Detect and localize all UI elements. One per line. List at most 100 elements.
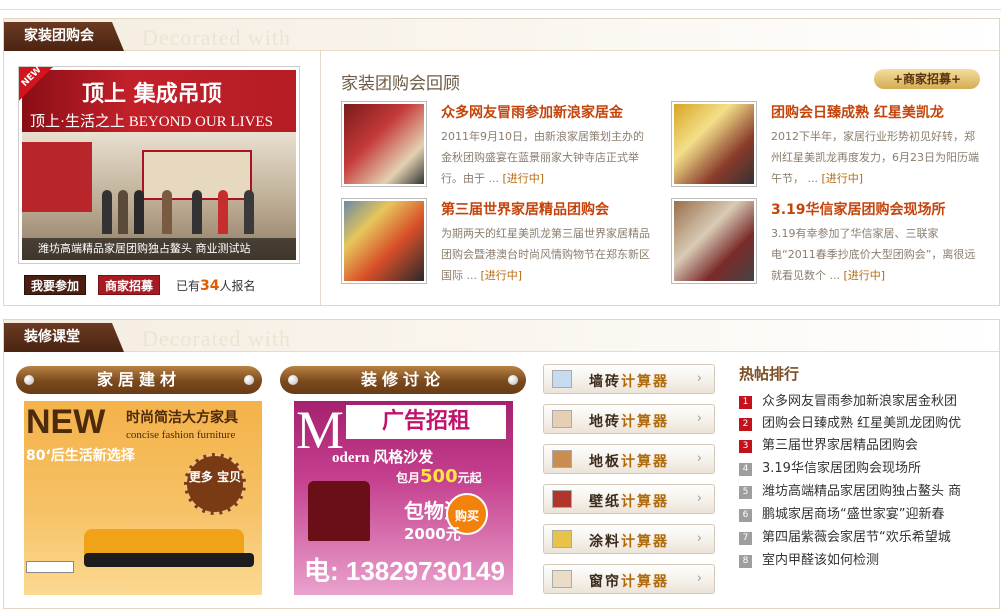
news-summary: 为期两天的红星美凯龙第三届世界家居精品团购会暨港澳台时尚风情购物节在郑东新区国际… bbox=[441, 223, 653, 286]
floor-tile-calculator-button[interactable]: 地砖计算器 › bbox=[543, 404, 715, 434]
header-watermark: Decorated with bbox=[142, 25, 291, 50]
news-title[interactable]: 众多网友冒雨参加新浪家居金 bbox=[441, 102, 623, 122]
news-title[interactable]: 3.19华信家居团购会现场所 bbox=[771, 199, 946, 219]
side-table bbox=[26, 561, 74, 573]
panel-header: 家装团购会 Decorated with bbox=[4, 19, 999, 51]
bullet-icon bbox=[244, 375, 254, 385]
wall-tile-icon bbox=[552, 370, 572, 388]
signup-prefix: 已有 bbox=[176, 278, 201, 293]
decorate-class-panel: 装修课堂 Decorated with 家居建材 装修讨论 NEW 时尚简洁大方… bbox=[3, 319, 1000, 609]
header-watermark: Decorated with bbox=[142, 326, 291, 351]
hot-post-link[interactable]: 3.19华信家居团购会现场所 bbox=[762, 461, 921, 476]
sofa-base bbox=[84, 553, 254, 567]
news-item: 第三届世界家居精品团购会 为期两天的红星美凯龙第三届世界家居精品团购会暨港澳台时… bbox=[341, 198, 657, 288]
feature-banner: 顶上 集成吊顶 顶上·生活之上 BEYOND OUR LIVES bbox=[22, 70, 296, 132]
calculator-suffix: 计算器 bbox=[621, 534, 669, 550]
hot-post-item[interactable]: 4 3.19华信家居团购会现场所 bbox=[739, 457, 984, 479]
ad-price: 500 bbox=[420, 466, 458, 487]
calculator-label: 涂料计算器 bbox=[589, 531, 669, 551]
hot-post-link[interactable]: 室内甲醛该如何检测 bbox=[762, 553, 879, 568]
ad-phone: 电: 13829730149 bbox=[304, 556, 505, 586]
rank-badge: 4 bbox=[739, 463, 752, 476]
sofa-ad-banner[interactable]: M 广告招租 odern 风格沙发 包月500元起 包物流 购买 2000元 电… bbox=[294, 401, 513, 595]
signup-count: 34 bbox=[200, 277, 220, 294]
feature-caption[interactable]: 潍坊高端精品家居团购独占鳌头 商业测试站 bbox=[22, 238, 296, 260]
bullet-icon bbox=[24, 375, 34, 385]
calculator-suffix: 计算器 bbox=[621, 454, 669, 470]
rank-badge: 3 bbox=[739, 440, 752, 453]
ad-line-3: 80‘后生活新选择 bbox=[26, 448, 135, 464]
news-thumbnail[interactable] bbox=[341, 198, 427, 284]
calculator-label: 墙砖计算器 bbox=[589, 371, 669, 391]
wallpaper-calculator-button[interactable]: 壁纸计算器 › bbox=[543, 484, 715, 514]
feature-image[interactable]: 顶上 集成吊顶 顶上·生活之上 BEYOND OUR LIVES 潍坊高端精品家… bbox=[22, 70, 296, 260]
calculator-suffix: 计算器 bbox=[621, 494, 669, 510]
merchant-recruit-pill[interactable]: +商家招募+ bbox=[874, 69, 980, 89]
news-item: 众多网友冒雨参加新浪家居金 2011年9月10日，由新浪家居策划主办的金秋团购盛… bbox=[341, 101, 657, 191]
signup-suffix: 人报名 bbox=[219, 278, 256, 293]
ad-new-headline: NEW bbox=[26, 403, 106, 441]
hot-post-link[interactable]: 第三届世界家居精品团购会 bbox=[762, 438, 918, 453]
rank-badge: 1 bbox=[739, 396, 752, 409]
rank-badge: 2 bbox=[739, 418, 752, 431]
news-thumbnail[interactable] bbox=[671, 198, 757, 284]
news-thumbnail-image bbox=[674, 104, 754, 184]
furniture-ad-banner[interactable]: NEW 时尚简洁大方家具 concise fashion furniture 8… bbox=[24, 401, 262, 595]
hot-post-link[interactable]: 第四届紫薇会家居节“欢乐希望城 bbox=[762, 530, 951, 545]
ad-line-1: 时尚简洁大方家具 bbox=[126, 410, 238, 426]
news-status-link[interactable]: [进行中] bbox=[481, 269, 523, 282]
more-items-badge[interactable]: 更多 宝贝 bbox=[184, 453, 246, 515]
calculator-label: 壁纸计算器 bbox=[589, 491, 669, 511]
crowd-figure bbox=[218, 190, 228, 234]
news-thumbnail[interactable] bbox=[341, 101, 427, 187]
news-title[interactable]: 第三届世界家居精品团购会 bbox=[441, 199, 609, 219]
hot-post-link[interactable]: 潍坊高端精品家居团购独占鳌头 商 bbox=[762, 484, 961, 499]
hot-post-item[interactable]: 7 第四届紫薇会家居节“欢乐希望城 bbox=[739, 526, 984, 548]
chevron-right-icon: › bbox=[696, 531, 702, 546]
paint-icon bbox=[552, 530, 572, 548]
wall-tile-calculator-button[interactable]: 墙砖计算器 › bbox=[543, 364, 715, 394]
news-thumbnail-image bbox=[344, 104, 424, 184]
news-summary-text: 2012下半年，家居行业形势初见好转，郑州红星美凯龙再度发力，6月23日为阳历端… bbox=[771, 130, 979, 185]
ad-line-2: concise fashion furniture bbox=[126, 429, 236, 441]
calculator-name: 墙砖 bbox=[589, 374, 621, 390]
floorboard-calculator-button[interactable]: 地板计算器 › bbox=[543, 444, 715, 474]
join-button[interactable]: 我要参加 bbox=[24, 275, 87, 295]
hot-post-item[interactable]: 6 鹏城家居商场“盛世家宴”迎新春 bbox=[739, 503, 984, 525]
news-title[interactable]: 团购会日臻成熟 红星美凯龙 bbox=[771, 102, 944, 122]
hot-post-item[interactable]: 2 团购会日臻成熟 红星美凯龙团购优 bbox=[739, 412, 984, 434]
hot-post-item[interactable]: 3 第三届世界家居精品团购会 bbox=[739, 434, 984, 456]
calculator-suffix: 计算器 bbox=[621, 414, 669, 430]
feature-banner-slogan: 顶上·生活之上 BEYOND OUR LIVES bbox=[30, 114, 273, 130]
news-status-link[interactable]: [进行中] bbox=[822, 172, 864, 185]
curtain-calculator-button[interactable]: 窗帘计算器 › bbox=[543, 564, 715, 594]
paint-calculator-button[interactable]: 涂料计算器 › bbox=[543, 524, 715, 554]
news-status-link[interactable]: [进行中] bbox=[844, 269, 886, 282]
new-ribbon-label: NEW bbox=[19, 65, 44, 89]
chevron-right-icon: › bbox=[696, 451, 702, 466]
news-summary: 2011年9月10日，由新浪家居策划主办的金秋团购盛宴在蓝景丽家大钟寺店正式举行… bbox=[441, 126, 653, 189]
hot-post-item[interactable]: 8 室内甲醛该如何检测 bbox=[739, 549, 984, 571]
news-status-link[interactable]: [进行中] bbox=[503, 172, 545, 185]
hot-post-link[interactable]: 鹏城家居商场“盛世家宴”迎新春 bbox=[762, 507, 944, 522]
hot-post-link[interactable]: 众多网友冒雨参加新浪家居金秋团 bbox=[762, 394, 957, 409]
section-tab-group-buy[interactable]: 家装团购会 bbox=[4, 22, 124, 51]
chevron-right-icon: › bbox=[696, 411, 702, 426]
panel-header: 装修课堂 Decorated with bbox=[4, 320, 999, 352]
news-thumbnail-image bbox=[674, 201, 754, 281]
feature-image-frame[interactable]: 顶上 集成吊顶 顶上·生活之上 BEYOND OUR LIVES 潍坊高端精品家… bbox=[18, 65, 300, 264]
hot-post-item[interactable]: 1 众多网友冒雨参加新浪家居金秋团 bbox=[739, 390, 984, 412]
section-tab-decorate[interactable]: 装修课堂 bbox=[4, 323, 124, 352]
decoration-discussion-header[interactable]: 装修讨论 bbox=[280, 366, 526, 394]
merchant-recruit-button[interactable]: 商家招募 bbox=[98, 275, 161, 295]
ad-price-suffix: 元起 bbox=[457, 471, 482, 485]
news-item: 团购会日臻成熟 红星美凯龙 2012下半年，家居行业形势初见好转，郑州红星美凯龙… bbox=[671, 101, 987, 191]
news-thumbnail[interactable] bbox=[671, 101, 757, 187]
hot-post-item[interactable]: 5 潍坊高端精品家居团购独占鳌头 商 bbox=[739, 480, 984, 502]
hot-post-link[interactable]: 团购会日臻成熟 红星美凯龙团购优 bbox=[762, 416, 961, 431]
join-row: 我要参加 商家招募 已有34人报名 bbox=[24, 275, 256, 295]
news-summary: 3.19有幸参加了华信家居、三联家电“2011春季抄底价大型团购会”，离很远就看… bbox=[771, 223, 983, 286]
ad-price-prefix: 包月 bbox=[396, 471, 421, 485]
building-materials-header[interactable]: 家居建材 bbox=[16, 366, 262, 394]
bullet-icon bbox=[288, 375, 298, 385]
